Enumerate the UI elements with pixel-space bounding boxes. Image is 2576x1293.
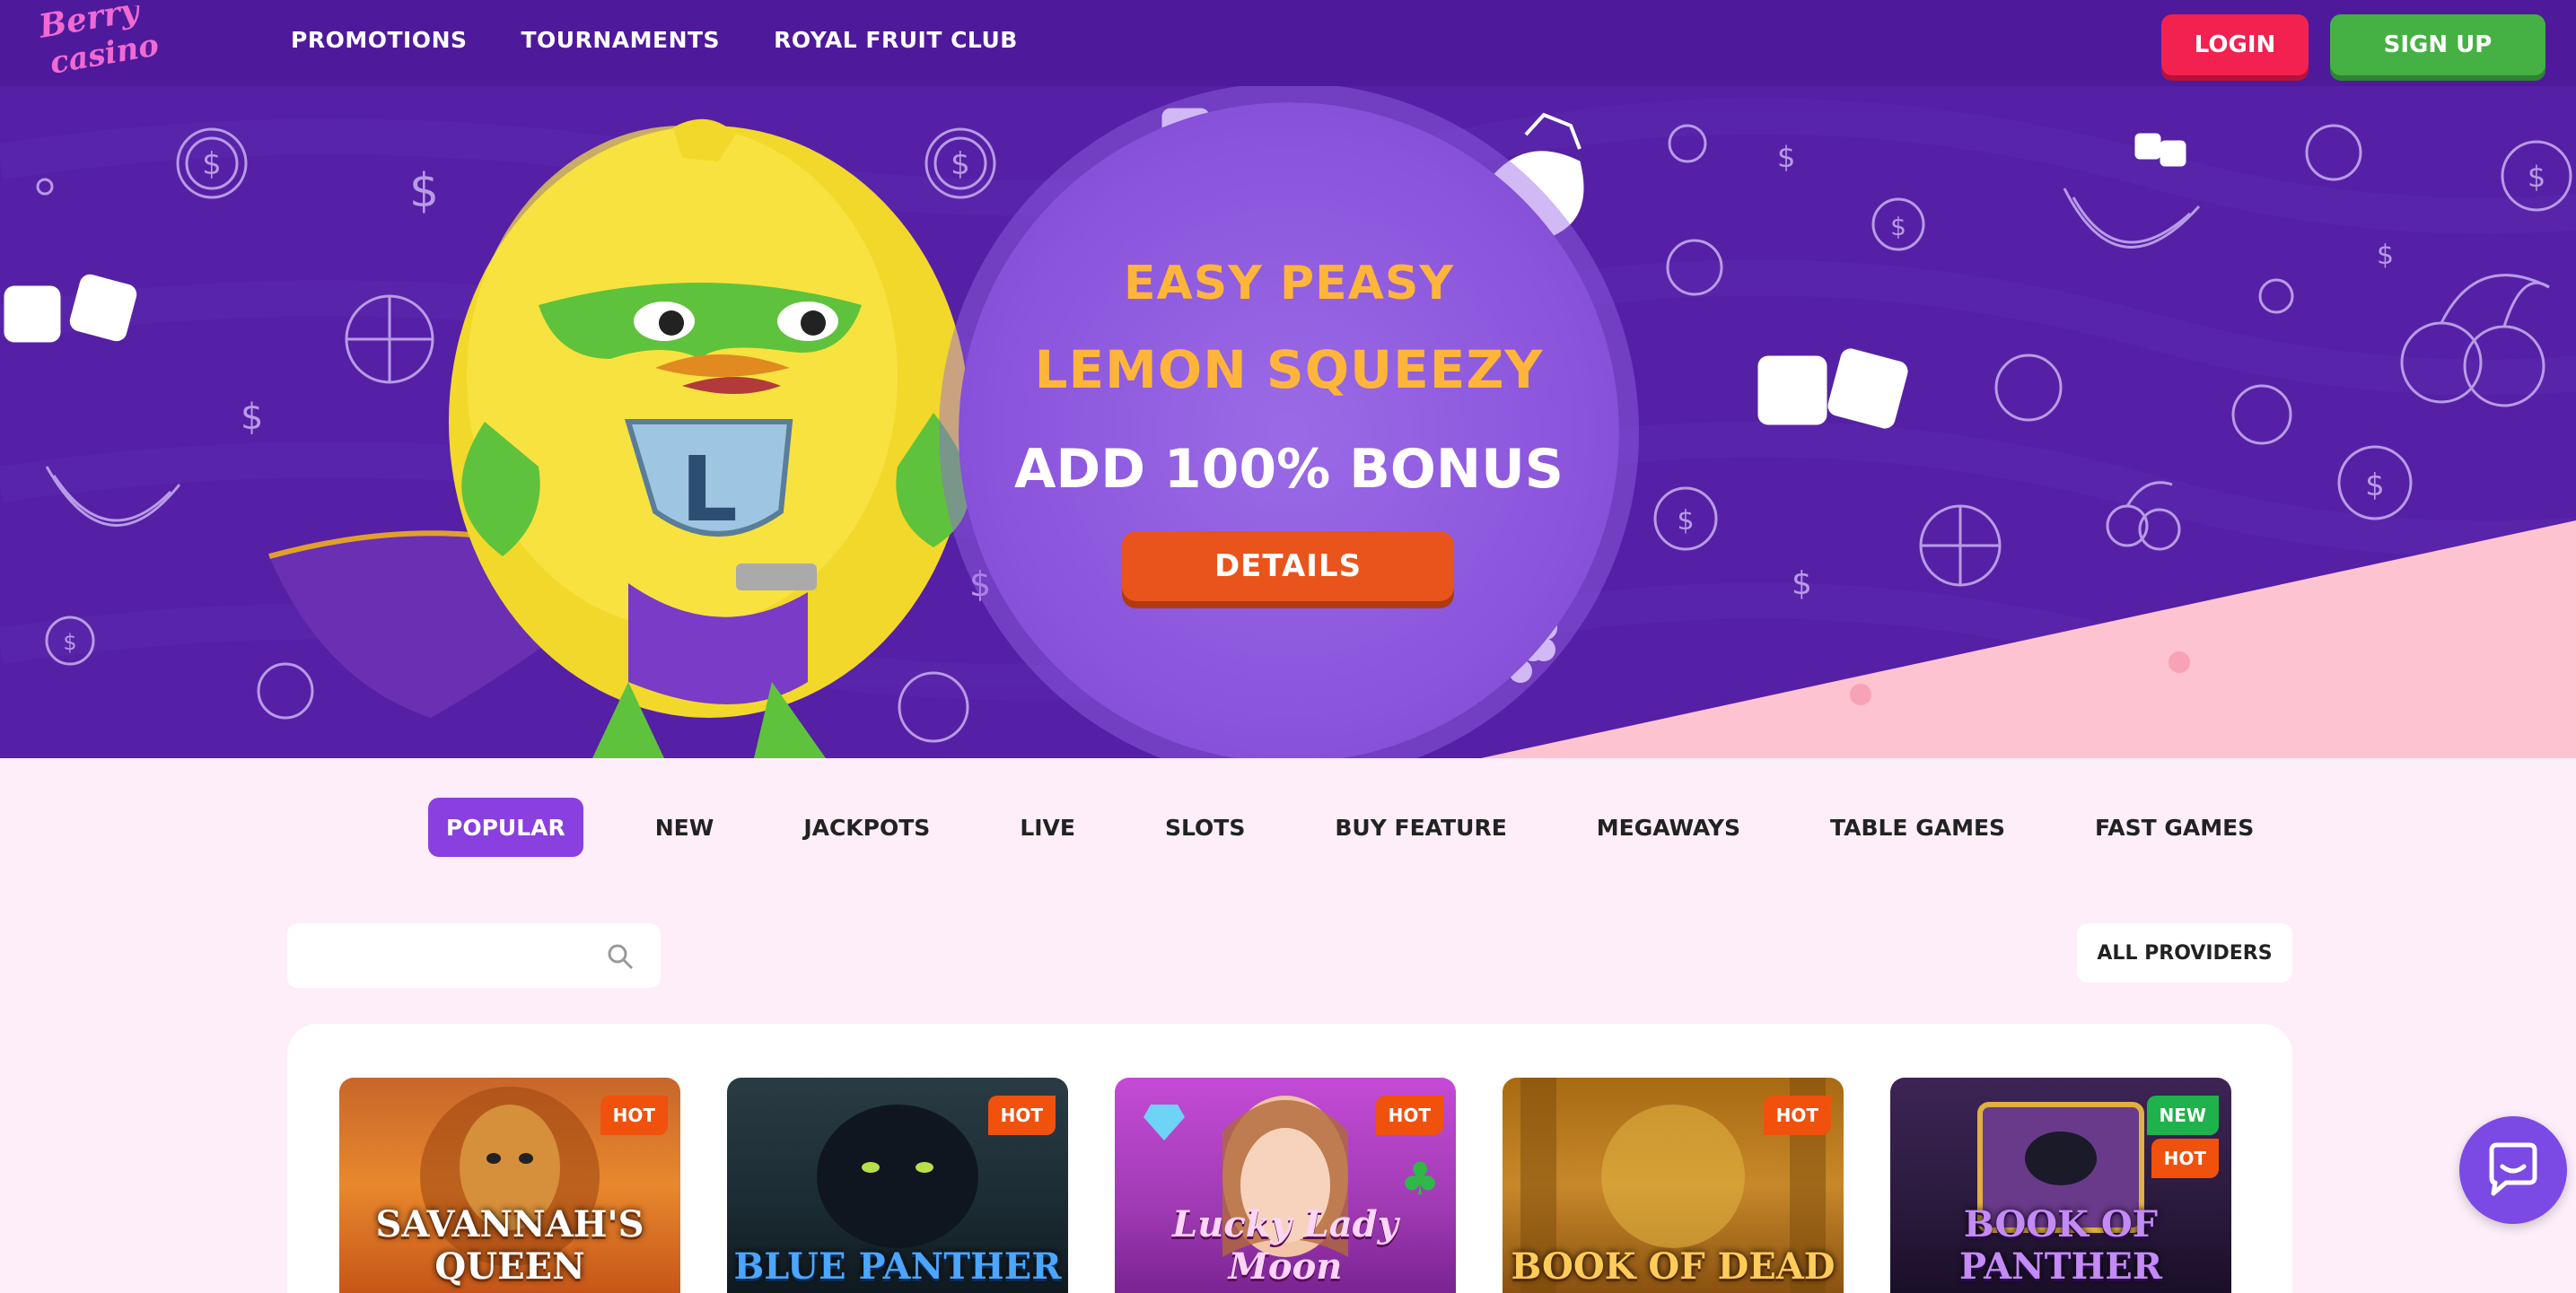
hot-badge: HOT	[2151, 1139, 2219, 1178]
game-title: BOOK OF PANTHER	[1958, 1203, 2163, 1288]
main-nav: PROMOTIONS TOURNAMENTS ROYAL FRUIT CLUB	[291, 27, 1018, 53]
svg-text:$: $	[1792, 565, 1812, 602]
svg-text:L: L	[680, 437, 738, 542]
all-providers-button[interactable]: ALL PROVIDERS	[2077, 923, 2292, 983]
svg-text:$: $	[951, 146, 970, 182]
game-card-lucky-lady-moon[interactable]: ♣ Lucky Lady Moon HOT	[1115, 1078, 1456, 1293]
game-title: BOOK OF DEAD	[1511, 1245, 1836, 1288]
hot-badge: HOT	[1375, 1096, 1443, 1135]
dice-icon	[1757, 348, 1908, 429]
berry-casino-logo[interactable]: Berry casino	[32, 5, 185, 81]
hero-banner: $ $ $ $ $ $ $ $ $ $ $ $ $ L EASY PEASY L…	[0, 0, 2576, 758]
new-badge: NEW	[2146, 1096, 2219, 1135]
dollar-coin-icon: $	[924, 127, 996, 199]
signup-button[interactable]: SIGN UP	[2330, 14, 2545, 75]
search-input[interactable]	[287, 923, 661, 988]
hot-badge: HOT	[1763, 1096, 1831, 1135]
tab-megaways[interactable]: MEGAWAYS	[1579, 798, 1758, 857]
svg-text:$: $	[2377, 240, 2394, 271]
dollar-coin-icon: $	[176, 127, 248, 199]
promo-headline-2: LEMON SQUEEZY	[1034, 339, 1544, 400]
svg-text:$: $	[241, 397, 263, 438]
svg-text:$: $	[409, 164, 439, 218]
hot-badge: HOT	[600, 1096, 668, 1135]
dollar-coin-icon: $	[2337, 445, 2413, 520]
svg-text:♣: ♣	[1400, 1153, 1441, 1205]
svg-text:$: $	[63, 630, 76, 655]
details-button[interactable]: DETAILS	[1122, 531, 1454, 601]
promo-bonus-text: ADD 100% BONUS	[1013, 438, 1564, 501]
game-card-book-of-panther[interactable]: BOOK OF PANTHER NEW HOT	[1890, 1078, 2231, 1293]
game-title: Lucky Lady Moon	[1172, 1203, 1398, 1288]
tab-buy-feature[interactable]: BUY FEATURE	[1317, 798, 1524, 857]
dollar-coin-icon: $	[1871, 197, 1925, 251]
nav-tournaments[interactable]: TOURNAMENTS	[521, 27, 721, 53]
promo-headline-1: EASY PEASY	[1124, 257, 1454, 310]
top-header: Berry casino PROMOTIONS TOURNAMENTS ROYA…	[0, 0, 2576, 86]
banana-icon	[2063, 188, 2201, 249]
dollar-coin-icon: $	[1653, 486, 1718, 551]
chat-icon	[2489, 1142, 2537, 1196]
game-card-book-of-dead[interactable]: BOOK OF DEAD HOT	[1503, 1078, 1844, 1293]
svg-text:$: $	[2365, 467, 2385, 503]
live-chat-button[interactable]	[2459, 1116, 2567, 1224]
game-card-blue-panther[interactable]: BLUE PANTHER HOT	[727, 1078, 1068, 1293]
svg-text:$: $	[1777, 140, 1795, 174]
tab-slots[interactable]: SLOTS	[1147, 798, 1263, 857]
tab-live[interactable]: LIVE	[1002, 798, 1093, 857]
tab-table-games[interactable]: TABLE GAMES	[1812, 798, 2023, 857]
search-icon[interactable]	[607, 943, 634, 970]
tab-fast-games[interactable]: FAST GAMES	[2077, 798, 2272, 857]
svg-text:$: $	[202, 146, 222, 182]
svg-text:$: $	[2528, 160, 2545, 194]
game-title: SAVANNAH'S QUEEN	[375, 1203, 644, 1288]
games-section: POPULAR NEW JACKPOTS LIVE SLOTS BUY FEAT…	[0, 758, 2576, 1293]
svg-text:$: $	[1890, 212, 1906, 241]
game-card-savannahs-queen[interactable]: SAVANNAH'S QUEEN HOT	[339, 1078, 680, 1293]
tab-popular[interactable]: POPULAR	[428, 798, 583, 857]
category-tabs: POPULAR NEW JACKPOTS LIVE SLOTS BUY FEAT…	[428, 798, 2326, 857]
promo-circle	[959, 102, 1619, 758]
svg-text:$: $	[969, 564, 991, 604]
tab-jackpots[interactable]: JACKPOTS	[785, 798, 948, 857]
hot-badge: HOT	[987, 1096, 1056, 1135]
nav-royal-fruit-club[interactable]: ROYAL FRUIT CLUB	[774, 27, 1018, 53]
game-title: BLUE PANTHER	[733, 1245, 1062, 1288]
tab-new[interactable]: NEW	[637, 798, 732, 857]
svg-text:$: $	[1677, 505, 1694, 537]
nav-promotions[interactable]: PROMOTIONS	[291, 27, 468, 53]
login-button[interactable]: LOGIN	[2161, 14, 2309, 75]
